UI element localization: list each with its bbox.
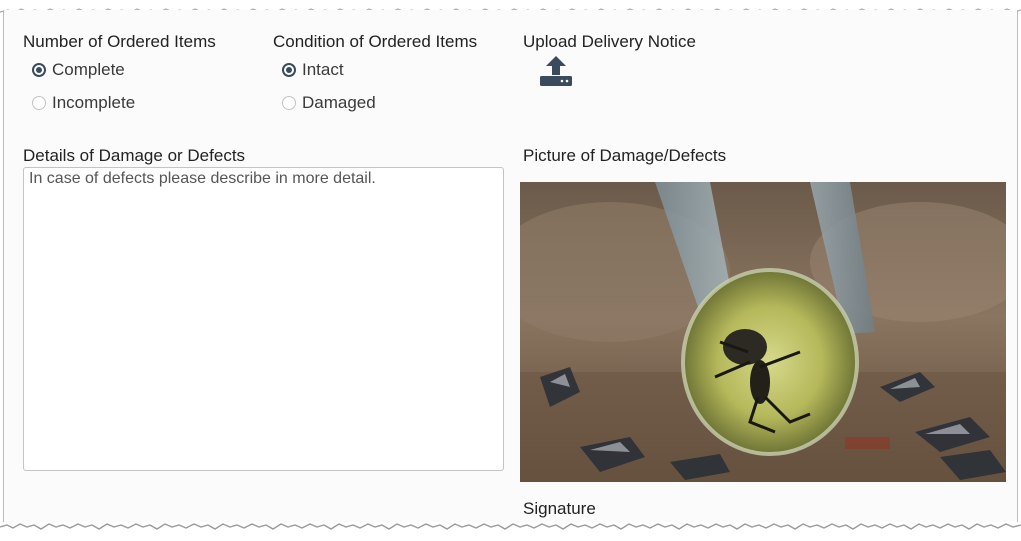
upload-icon[interactable] — [539, 55, 573, 87]
radio-incomplete-label: Incomplete — [52, 93, 136, 112]
radio-intact-indicator[interactable] — [282, 63, 296, 77]
radio-damaged[interactable]: Damaged — [282, 93, 376, 113]
radio-incomplete[interactable]: Incomplete — [32, 93, 135, 113]
radio-complete-label: Complete — [52, 60, 125, 79]
details-textarea[interactable] — [23, 167, 504, 471]
form-sheet: Number of Ordered Items Complete Incompl… — [3, 10, 1018, 528]
picture-label: Picture of Damage/Defects — [523, 146, 727, 165]
torn-edge-bottom — [0, 522, 1021, 534]
radio-damaged-label: Damaged — [302, 93, 376, 112]
condition-label: Condition of Ordered Items — [273, 32, 478, 51]
signature-label: Signature — [523, 499, 596, 518]
radio-damaged-indicator[interactable] — [282, 96, 296, 110]
radio-intact-label: Intact — [302, 60, 344, 79]
radio-intact[interactable]: Intact — [282, 60, 344, 80]
radio-incomplete-indicator[interactable] — [32, 96, 46, 110]
upload-label: Upload Delivery Notice — [523, 32, 696, 51]
radio-complete-indicator[interactable] — [32, 63, 46, 77]
details-label: Details of Damage or Defects — [23, 146, 246, 165]
quantity-label: Number of Ordered Items — [23, 32, 216, 51]
damage-photo — [520, 182, 1006, 482]
radio-complete[interactable]: Complete — [32, 60, 125, 80]
